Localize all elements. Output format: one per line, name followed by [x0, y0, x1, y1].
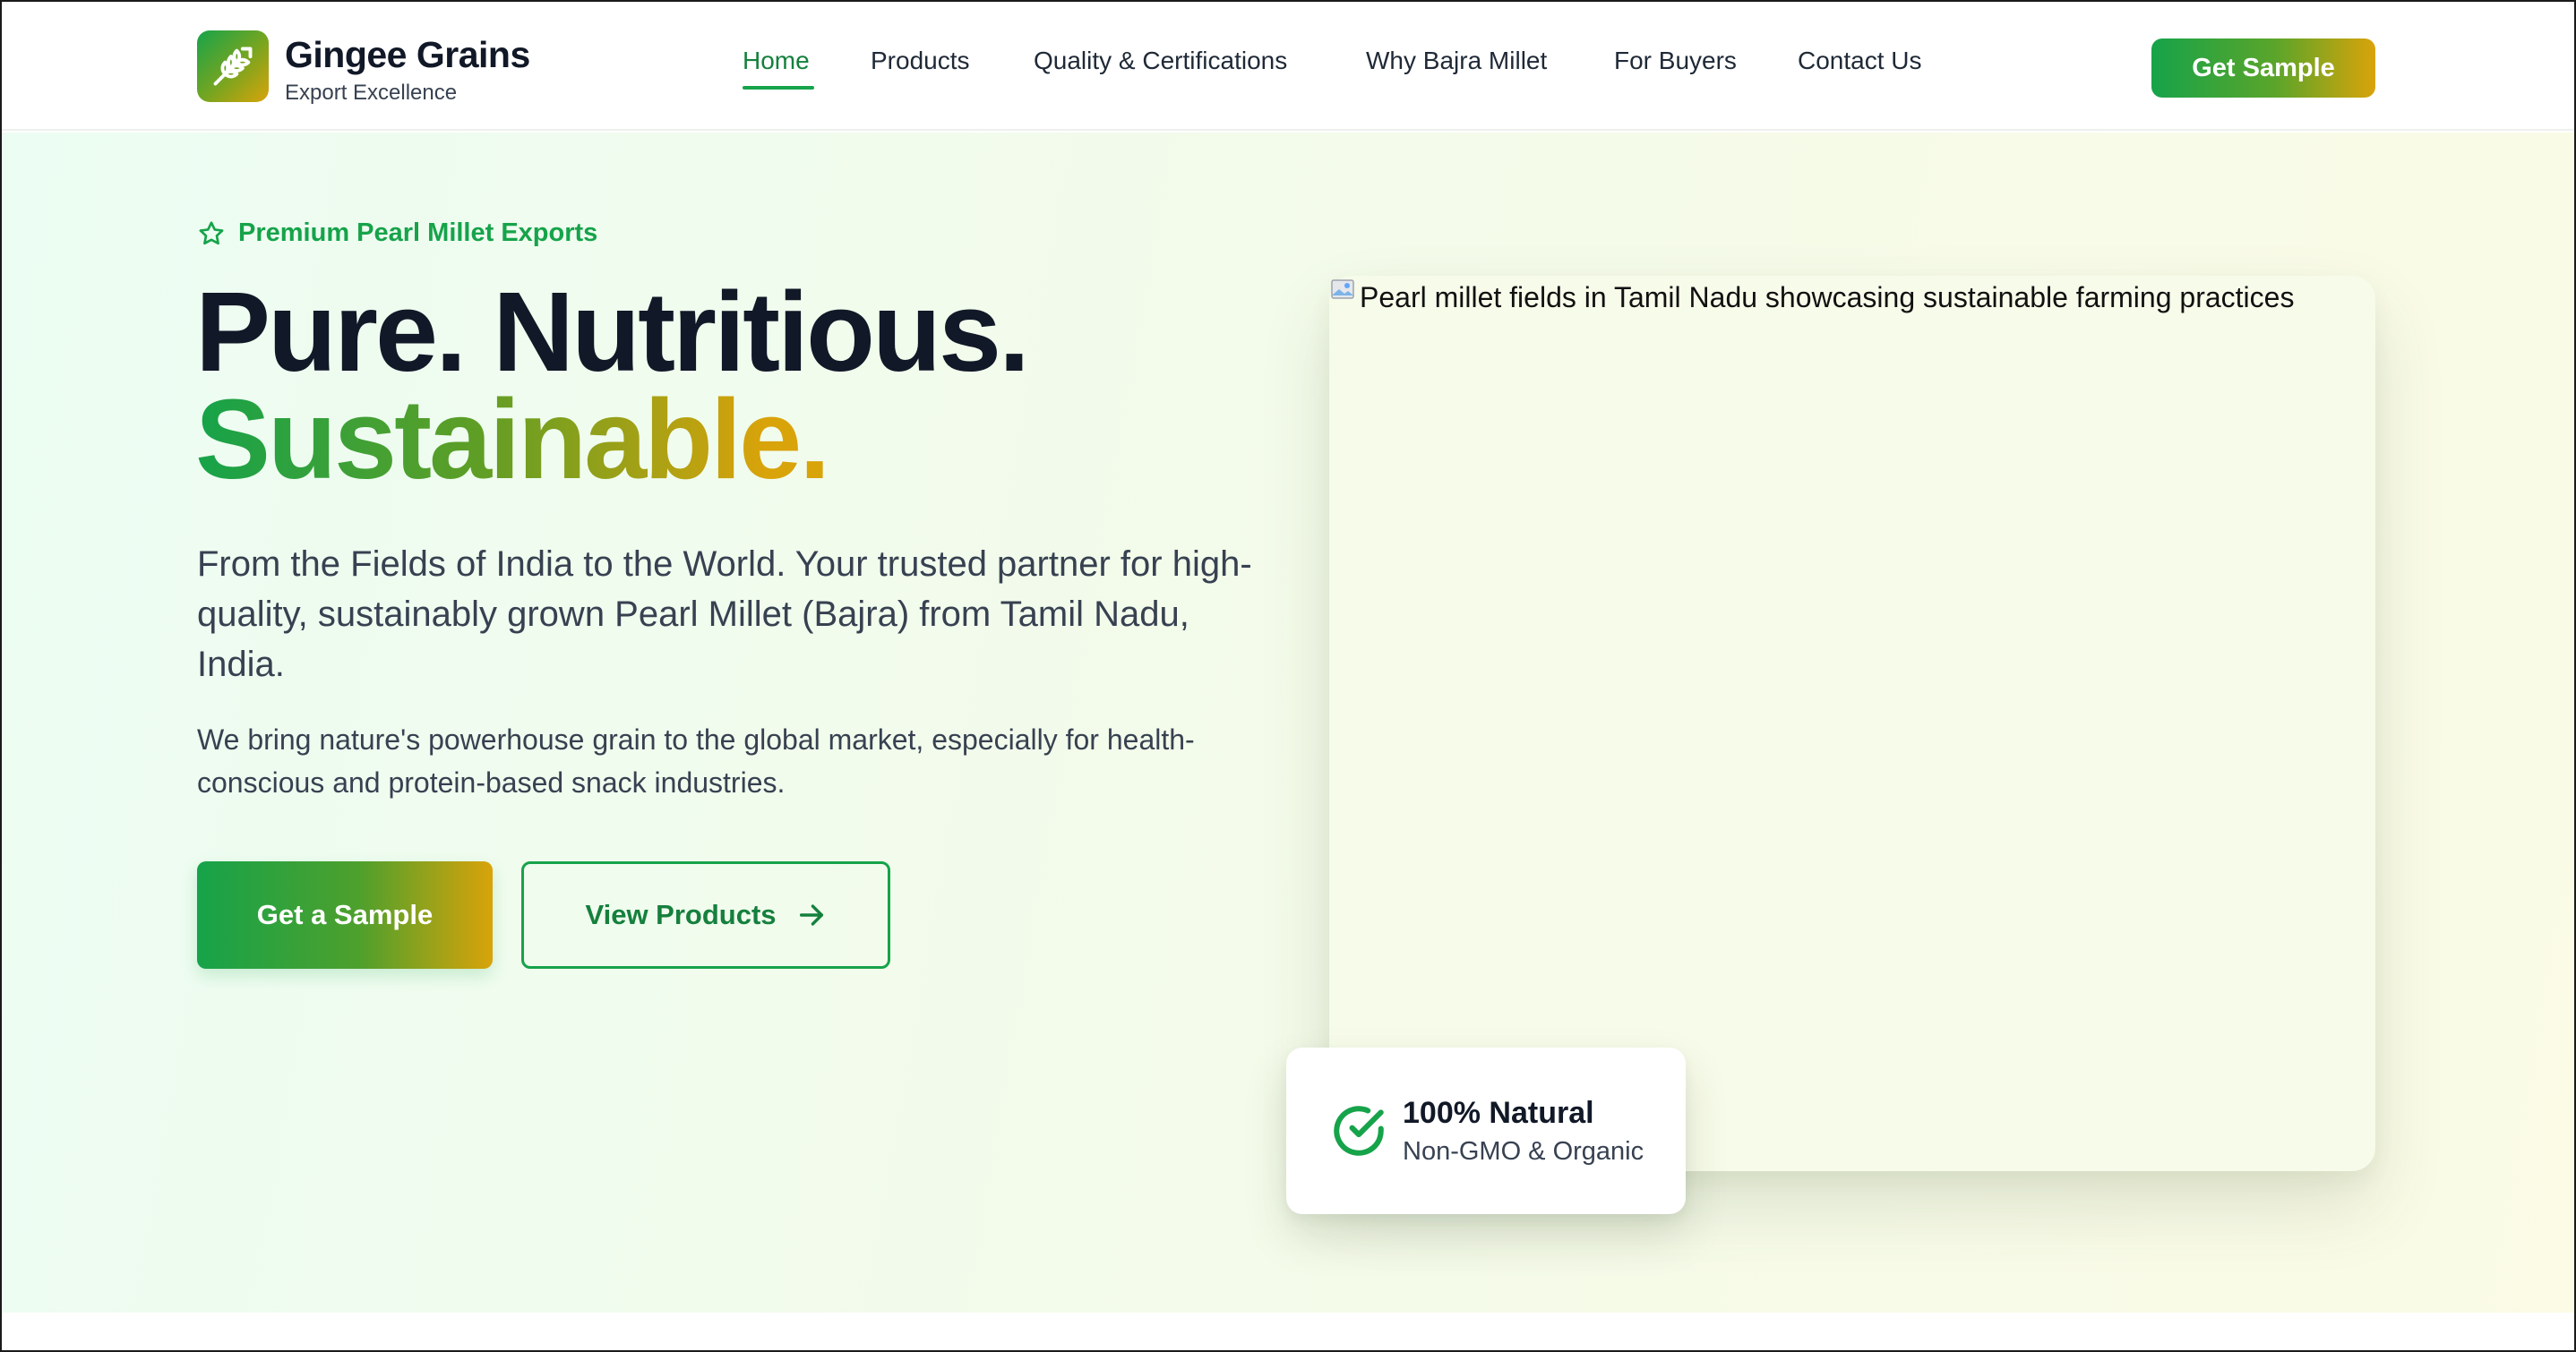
next-section-edge [2, 1313, 2574, 1350]
get-sample-button[interactable]: Get Sample [2151, 39, 2375, 98]
natural-badge-card: 100% Natural Non-GMO & Organic [1286, 1048, 1686, 1214]
nav-active-indicator [743, 86, 814, 90]
hero-lead: From the Fields of India to the World. Y… [197, 544, 1252, 684]
hero-image-alt-text: Pearl millet fields in Tamil Nadu showca… [1360, 281, 2295, 313]
badge-subtitle: Non-GMO & Organic [1403, 1137, 1644, 1166]
brand-name[interactable]: Gingee Grains [285, 34, 530, 76]
nav-why-bajra-millet[interactable]: Why Bajra Millet [1366, 47, 1547, 75]
eyebrow-text: Premium Pearl Millet Exports [238, 218, 598, 247]
brand-tagline: Export Excellence [285, 81, 458, 105]
site-header: Gingee Grains Export Excellence Home Pro… [2, 2, 2574, 131]
nav-products[interactable]: Products [871, 47, 970, 75]
nav-contact-us[interactable]: Contact Us [1798, 47, 1922, 75]
get-a-sample-button[interactable]: Get a Sample [197, 861, 493, 969]
view-products-label: View Products [585, 899, 777, 930]
page: Gingee Grains Export Excellence Home Pro… [2, 2, 2574, 1350]
nav-quality-certifications[interactable]: Quality & Certifications [1034, 47, 1287, 75]
wheat-icon [213, 47, 253, 86]
arrow-right-icon [799, 904, 823, 926]
check-circle-icon [1334, 1106, 1384, 1156]
nav-for-buyers[interactable]: For Buyers [1614, 47, 1737, 75]
hero-eyebrow: Premium Pearl Millet Exports [197, 218, 597, 248]
logo[interactable] [197, 30, 269, 102]
nav-home[interactable]: Home [743, 47, 810, 75]
hero-subtext: We bring nature's powerhouse grain to th… [197, 723, 1195, 799]
hero-image: Pearl millet fields in Tamil Nadu showca… [1329, 276, 2375, 1171]
view-products-button[interactable]: View Products [521, 861, 890, 969]
star-icon [199, 220, 224, 244]
badge-title: 100% Natural [1403, 1096, 1594, 1130]
hero-headline-line2: Sustainable. [195, 376, 830, 502]
broken-image-icon [1331, 279, 1354, 299]
